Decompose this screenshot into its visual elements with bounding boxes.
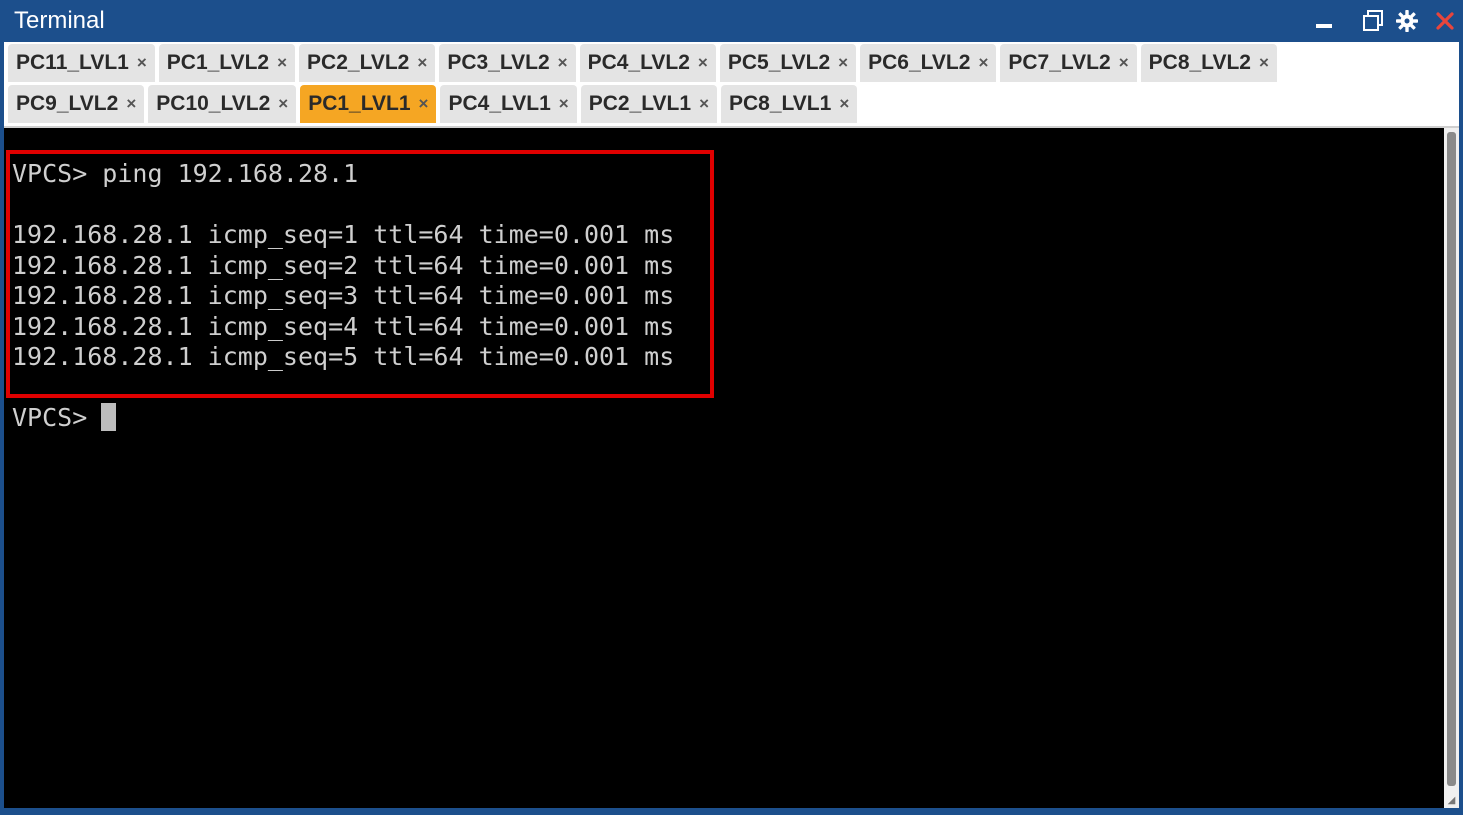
terminal-line: 192.168.28.1 icmp_seq=5 ttl=64 time=0.00… (12, 342, 675, 371)
tab-close-icon[interactable]: × (278, 94, 288, 114)
tab-pc4-lvl1[interactable]: PC4_LVL1 × (440, 85, 577, 123)
tab-pc1-lvl1[interactable]: PC1_LVL1 × (300, 85, 437, 123)
minimize-icon[interactable] (1311, 8, 1337, 34)
tab-label: PC10_LVL2 (156, 92, 271, 115)
tab-pc7-lvl2[interactable]: PC7_LVL2 × (1000, 44, 1137, 82)
tab-close-icon[interactable]: × (559, 94, 569, 114)
terminal-line: 192.168.28.1 icmp_seq=1 ttl=64 time=0.00… (12, 220, 675, 249)
vertical-scrollbar[interactable]: ◢ (1444, 128, 1459, 808)
tab-row-2: PC9_LVL2 × PC10_LVL2 × PC1_LVL1 × PC4_LVL1 × PC2… (8, 85, 858, 123)
tab-close-icon[interactable]: × (277, 53, 287, 73)
tab-label: PC4_LVL1 (448, 92, 551, 115)
title-bar[interactable]: Terminal (4, 0, 1459, 42)
tab-label: PC1_LVL1 (308, 92, 411, 115)
tab-pc2-lvl2[interactable]: PC2_LVL2 × (299, 44, 436, 82)
tab-close-icon[interactable]: × (698, 53, 708, 73)
tab-close-icon[interactable]: × (137, 53, 147, 73)
tab-pc3-lvl2[interactable]: PC3_LVL2 × (439, 44, 576, 82)
tab-close-icon[interactable]: × (978, 53, 988, 73)
tab-close-icon[interactable]: × (419, 94, 429, 114)
tab-label: PC7_LVL2 (1008, 51, 1111, 74)
terminal-output[interactable]: VPCS> ping 192.168.28.1 192.168.28.1 icmp… (4, 128, 1444, 808)
tab-label: PC1_LVL2 (166, 51, 270, 74)
scrollbar-thumb[interactable] (1447, 132, 1456, 786)
tab-pc6-lvl2[interactable]: PC6_LVL2 × (860, 44, 997, 82)
tab-close-icon[interactable]: × (1259, 53, 1269, 73)
tab-label: PC11_LVL1 (16, 51, 129, 74)
terminal-line: 192.168.28.1 icmp_seq=4 ttl=64 time=0.00… (12, 311, 675, 341)
scroll-down-arrow-icon[interactable]: ◢ (1446, 795, 1457, 806)
terminal-cursor (101, 403, 117, 431)
terminal-lines: VPCS> ping 192.168.28.1 192.168.28.1 icmp… (12, 159, 674, 434)
tab-label: PC4_LVL2 (587, 51, 690, 74)
tab-close-icon[interactable]: × (558, 53, 568, 73)
tab-close-icon[interactable]: × (417, 53, 427, 73)
tab-label: PC8_LVL1 (729, 92, 832, 115)
close-icon[interactable] (1432, 8, 1458, 34)
tab-pc4-lvl2[interactable]: PC4_LVL2 × (579, 44, 716, 82)
tab-row-1: PC11_LVL1 × PC1_LVL2 × PC2_LVL2 × PC3_LVL2 × PC4… (8, 44, 1277, 82)
terminal-window: Terminal PC11_LVL1 × PC1_LVL2 × PC2_LVL2… (0, 0, 1463, 815)
tab-label: PC5_LVL2 (727, 51, 831, 74)
terminal-line: 192.168.28.1 icmp_seq=3 ttl=64 time=0.00… (12, 281, 675, 310)
gear-icon[interactable] (1394, 8, 1420, 34)
tab-label: PC3_LVL2 (447, 51, 550, 74)
tab-close-icon[interactable]: × (699, 94, 709, 114)
tab-label: PC9_LVL2 (16, 92, 119, 115)
tab-label: PC2_LVL2 (307, 51, 410, 74)
terminal-prompt-line: VPCS> (12, 403, 674, 434)
tab-pc11-lvl1[interactable]: PC11_LVL1 × (8, 44, 155, 82)
terminal-line: 192.168.28.1 icmp_seq=2 ttl=64 time=0.00… (12, 250, 675, 280)
tab-label: PC6_LVL2 (868, 51, 971, 74)
tab-pc10-lvl2[interactable]: PC10_LVL2 × (148, 85, 297, 123)
tab-pc2-lvl1[interactable]: PC2_LVL1 × (580, 85, 717, 123)
terminal-prompt: VPCS> (12, 403, 88, 432)
tab-label: PC2_LVL1 (588, 92, 692, 115)
tab-close-icon[interactable]: × (1119, 53, 1129, 73)
tab-pc5-lvl2[interactable]: PC5_LVL2 × (719, 44, 857, 82)
tab-close-icon[interactable]: × (838, 53, 848, 73)
tab-pc8-lvl1[interactable]: PC8_LVL1 × (721, 85, 858, 123)
window-title: Terminal (14, 7, 105, 34)
tab-label: PC8_LVL2 (1148, 51, 1251, 74)
tab-close-icon[interactable]: × (839, 94, 849, 114)
tab-close-icon[interactable]: × (126, 94, 136, 114)
maximize-icon[interactable] (1360, 8, 1386, 34)
terminal-line: VPCS> ping 192.168.28.1 (12, 159, 359, 188)
tab-pc8-lvl2[interactable]: PC8_LVL2 × (1140, 44, 1277, 82)
tab-strip: PC11_LVL1 × PC1_LVL2 × PC2_LVL2 × PC3_LVL2 × PC4… (4, 42, 1459, 128)
tab-pc1-lvl2[interactable]: PC1_LVL2 × (158, 44, 296, 82)
tab-pc9-lvl2[interactable]: PC9_LVL2 × (8, 85, 145, 123)
